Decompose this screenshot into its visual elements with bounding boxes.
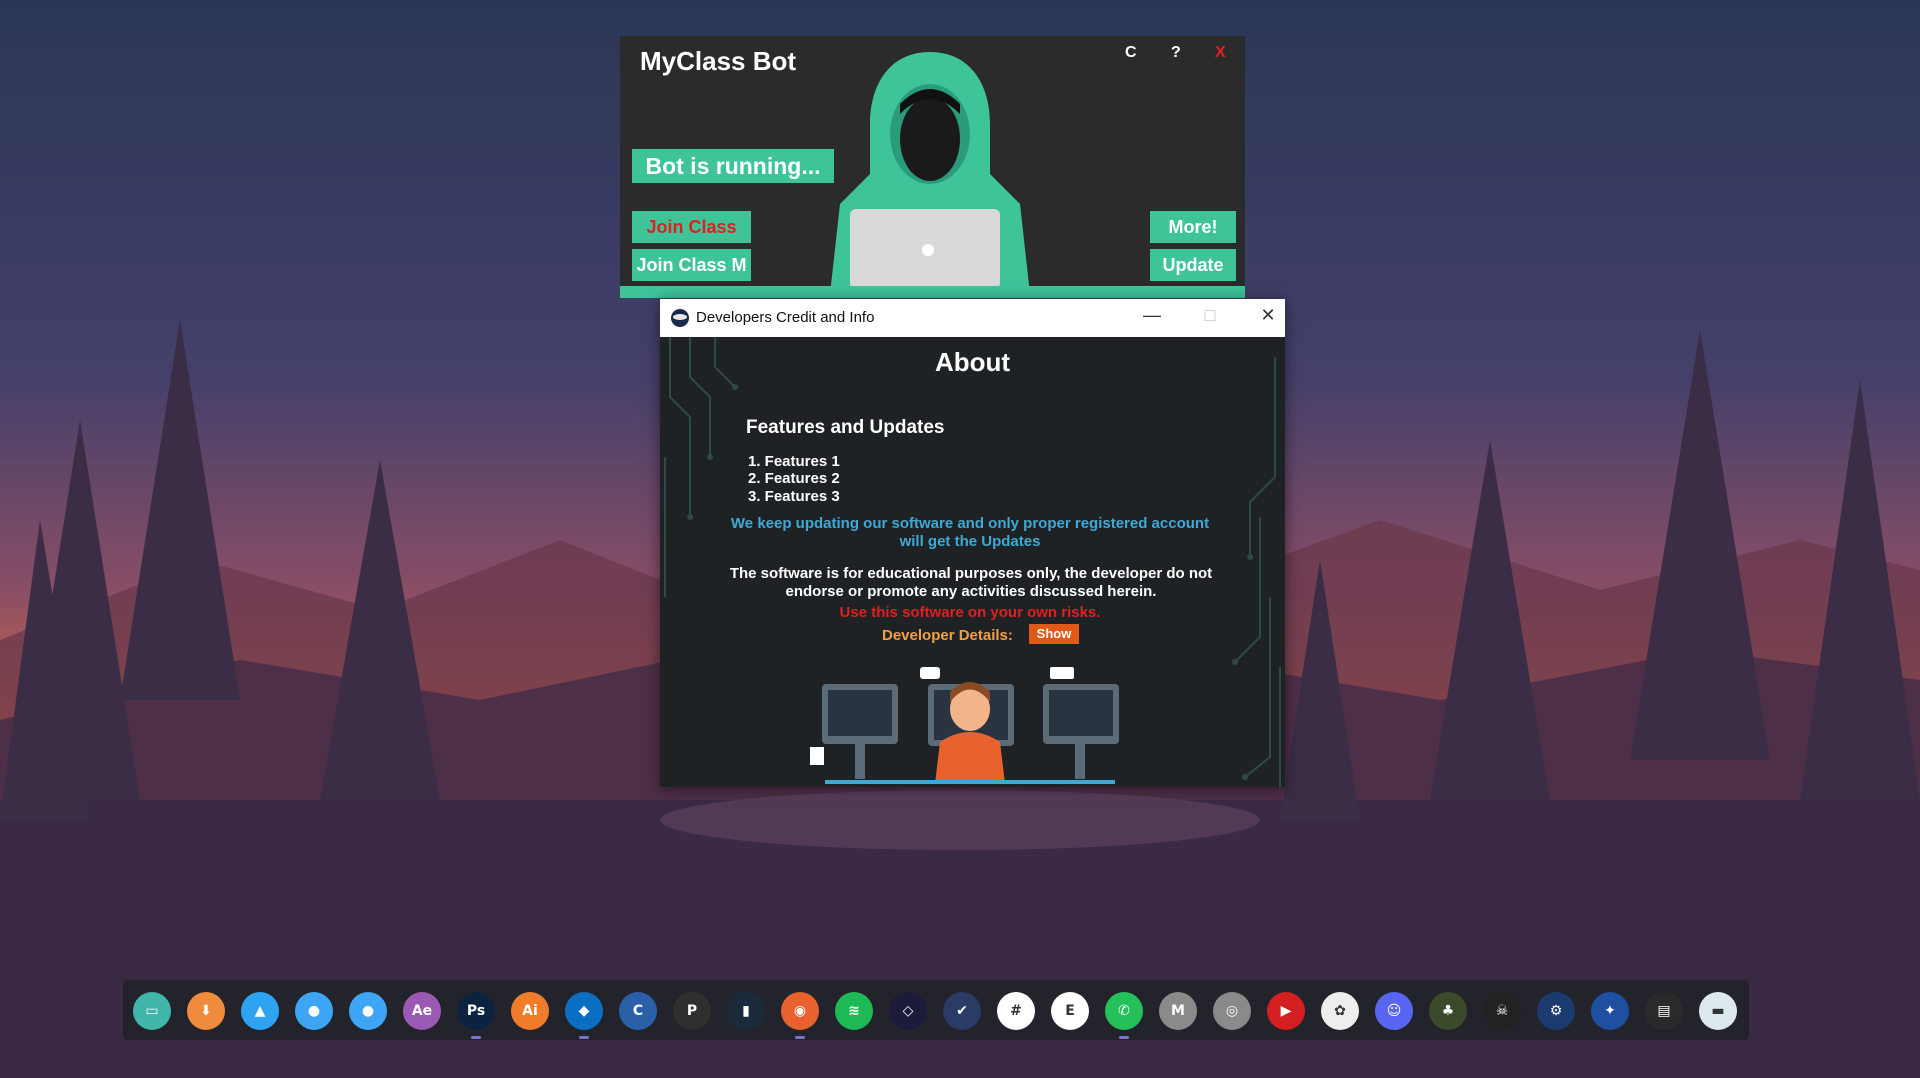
downloads-icon[interactable]: ⬇ [187,992,225,1030]
developer-illustration [810,667,1119,784]
illustrator-icon-glyph: Ai [522,1003,538,1019]
user-folder-2-icon-glyph: ● [361,1003,375,1019]
todo-icon[interactable]: ✔ [943,992,981,1030]
close-button[interactable]: X [1215,44,1226,62]
game-icon-glyph: ♣ [1441,1003,1455,1019]
firefox-icon-glyph: ◉ [793,1003,807,1019]
bot-title: MyClass Bot [640,46,797,76]
camera-icon-glyph: ◎ [1225,1003,1239,1019]
hacker-illustration [830,52,1030,294]
game-2-icon[interactable]: ☠ [1483,992,1521,1030]
c-language-icon-glyph: C [632,1003,644,1019]
more-button[interactable]: More! [1150,211,1236,243]
feature-item: 1. Features 1 [748,453,840,470]
todo-icon-glyph: ✔ [956,1003,968,1019]
after-effects-icon-glyph: Ae [411,1003,433,1019]
developer-details-label: Developer Details: [882,627,1013,644]
gitkraken-icon[interactable]: ◇ [889,992,927,1030]
app-icon[interactable]: ✦ [1591,992,1629,1030]
app-logo-icon [671,309,689,327]
evernote-icon-glyph: E [1065,1003,1075,1019]
myclass-bot-window: MyClass Bot C ? X Bot is running... Join… [620,36,1245,298]
running-indicator [579,1036,589,1039]
terminal-icon-glyph: ▮ [742,1003,750,1019]
stickers-icon[interactable]: ✿ [1321,992,1359,1030]
app-icon-glyph: ✦ [1604,1003,1616,1019]
disclaimer-text: The software is for educational purposes… [729,565,1213,600]
game-icon[interactable]: ♣ [1429,992,1467,1030]
steam-icon[interactable]: ⚙ [1537,992,1575,1030]
show-developer-button[interactable]: Show [1029,624,1079,644]
youtube-icon-glyph: ▶ [1280,1003,1292,1019]
features-heading: Features and Updates [746,417,945,438]
reload-button[interactable]: C [1125,44,1137,62]
slack-icon-glyph: # [1010,1003,1022,1019]
photos-icon-glyph: ▲ [254,1003,266,1019]
bot-bottom-strip [620,286,1245,298]
terminal-icon[interactable]: ▮ [727,992,765,1030]
discord-icon-glyph: ☺ [1386,1003,1402,1019]
minimize-icon[interactable]: — [1137,305,1167,326]
photoshop-icon-glyph: Ps [466,1003,486,1019]
illustrator-icon[interactable]: Ai [511,992,549,1030]
join-class-button[interactable]: Join Class [632,211,751,243]
taskbar-dock: ▭ ⬇ ▲ ● ● Ae Ps Ai ◆ C P ▮ ◉ ≋ ◇ ✔ # E ✆ M ◎ ▶ ✿ ☺ ♣ ☠ ⚙ ✦ ▤ ▬ [123,980,1749,1040]
feature-item: 3. Features 3 [748,488,840,505]
screen-icon-glyph: ▬ [1711,1003,1725,1019]
about-titlebar[interactable]: Developers Credit and Info — □ ✕ [660,299,1285,337]
bot-status-label: Bot is running... [632,149,834,183]
about-window: Developers Credit and Info — □ ✕ About F… [660,299,1285,787]
user-folder-icon-glyph: ● [307,1003,321,1019]
screen-icon[interactable]: ▬ [1699,992,1737,1030]
feature-item: 2. Features 2 [748,470,840,487]
running-indicator [471,1036,481,1039]
help-button[interactable]: ? [1171,44,1181,62]
gmail-icon-glyph: M [1171,1003,1185,1019]
app-2-icon-glyph: ▤ [1657,1003,1671,1019]
spotify-icon[interactable]: ≋ [835,992,873,1030]
pycharm-icon[interactable]: P [673,992,711,1030]
this-pc-icon-glyph: ▭ [145,1003,159,1019]
close-icon[interactable]: ✕ [1253,305,1283,326]
app-2-icon[interactable]: ▤ [1645,992,1683,1030]
maximize-icon[interactable]: □ [1195,305,1225,326]
steam-icon-glyph: ⚙ [1549,1003,1563,1019]
evernote-icon[interactable]: E [1051,992,1089,1030]
about-heading: About [934,347,1011,377]
join-class-m-button[interactable]: Join Class M [632,249,751,281]
photos-icon[interactable]: ▲ [241,992,279,1030]
discord-icon[interactable]: ☺ [1375,992,1413,1030]
gitkraken-icon-glyph: ◇ [902,1003,914,1019]
user-folder-2-icon[interactable]: ● [349,992,387,1030]
risk-warning: Use this software on your own risks. [839,604,1101,621]
about-window-title: Developers Credit and Info [696,309,875,326]
user-folder-icon[interactable]: ● [295,992,333,1030]
stickers-icon-glyph: ✿ [1334,1003,1346,1019]
camera-icon[interactable]: ◎ [1213,992,1251,1030]
youtube-icon[interactable]: ▶ [1267,992,1305,1030]
pycharm-icon-glyph: P [686,1003,698,1019]
update-notice: We keep updating our software and only p… [730,515,1210,550]
spotify-icon-glyph: ≋ [848,1003,860,1019]
c-language-icon[interactable]: C [619,992,657,1030]
running-indicator [1119,1036,1129,1039]
game-2-icon-glyph: ☠ [1495,1003,1509,1019]
vscode-icon-glyph: ◆ [578,1003,590,1019]
whatsapp-icon[interactable]: ✆ [1105,992,1143,1039]
whatsapp-icon-glyph: ✆ [1118,1003,1130,1019]
gmail-icon[interactable]: M [1159,992,1197,1030]
photoshop-icon[interactable]: Ps [457,992,495,1039]
firefox-icon[interactable]: ◉ [781,992,819,1039]
running-indicator [795,1036,805,1039]
update-button[interactable]: Update [1150,249,1236,281]
downloads-icon-glyph: ⬇ [200,1003,212,1019]
vscode-icon[interactable]: ◆ [565,992,603,1039]
about-content: About Features and Updates 1. Features 1… [660,337,1285,787]
this-pc-icon[interactable]: ▭ [133,992,171,1030]
after-effects-icon[interactable]: Ae [403,992,441,1030]
slack-icon[interactable]: # [997,992,1035,1030]
